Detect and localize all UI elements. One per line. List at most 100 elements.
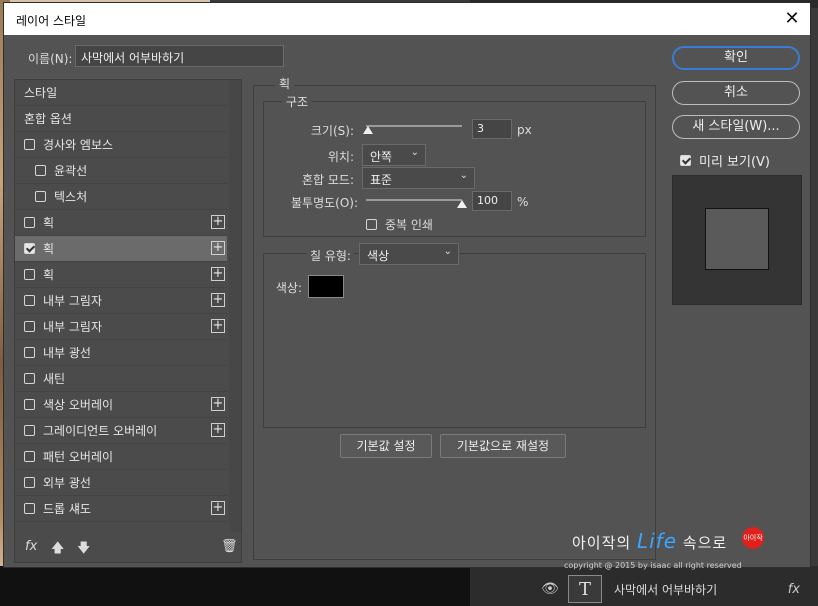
size-slider-thumb[interactable] xyxy=(362,126,373,134)
close-icon[interactable]: ✕ xyxy=(780,7,804,31)
style-item-label: 새틴 xyxy=(43,372,66,386)
add-effect-icon[interactable]: + xyxy=(211,319,225,333)
style-preview xyxy=(672,175,802,305)
style-item[interactable]: 색상 오버레이 + xyxy=(15,392,227,418)
color-swatch[interactable] xyxy=(308,275,344,298)
style-item-checkbox[interactable] xyxy=(24,139,35,150)
style-item[interactable]: 획 + xyxy=(15,236,227,262)
style-item-checkbox[interactable] xyxy=(24,477,35,488)
style-item[interactable]: 획 + xyxy=(15,262,227,288)
ok-button[interactable]: 확인 xyxy=(672,46,800,70)
preview-checkbox-box[interactable] xyxy=(680,155,691,166)
blend-mode-label: 혼합 모드: xyxy=(301,173,354,187)
styles-list-scrollbar[interactable] xyxy=(229,80,241,532)
style-item[interactable]: 새틴 xyxy=(15,366,227,392)
add-effect-icon[interactable]: + xyxy=(211,215,225,229)
background-canvas-bottom xyxy=(0,566,470,606)
style-item-checkbox[interactable] xyxy=(24,295,35,306)
style-item[interactable]: 윤곽선 xyxy=(15,158,227,184)
add-effect-icon[interactable]: + xyxy=(211,267,225,281)
move-down-icon[interactable]: 🡇 xyxy=(77,539,90,561)
style-item-checkbox[interactable] xyxy=(24,373,35,384)
blend-mode-value: 표준 xyxy=(370,173,393,187)
fill-type-value: 색상 xyxy=(367,249,390,263)
style-item-label: 패턴 오버레이 xyxy=(43,450,114,464)
style-item-checkbox[interactable] xyxy=(24,425,35,436)
style-item-checkbox[interactable] xyxy=(35,191,46,202)
make-default-button[interactable]: 기본값 설정 xyxy=(340,434,432,458)
style-item-checkbox[interactable] xyxy=(24,269,35,280)
styles-list-toolbar: fx 🡅 🡇 🗑 xyxy=(15,532,241,562)
size-input[interactable]: 3 xyxy=(472,119,512,139)
preview-checkbox[interactable]: 미리 보기(V) xyxy=(680,151,770,170)
fill-type-select[interactable]: 색상 ⌄ xyxy=(359,243,459,265)
style-item-label: 경사와 엠보스 xyxy=(43,138,114,152)
name-field[interactable]: 사막에서 어부바하기 xyxy=(75,45,284,67)
style-item[interactable]: 스타일 xyxy=(15,80,227,106)
move-up-icon[interactable]: 🡅 xyxy=(51,539,64,561)
name-label: 이름(N): xyxy=(28,52,73,66)
position-select[interactable]: 안쪽 ⌄ xyxy=(362,144,426,166)
preview-label: 미리 보기(V) xyxy=(699,155,771,170)
style-item-checkbox[interactable] xyxy=(24,503,35,514)
style-item[interactable]: 내부 그림자 + xyxy=(15,288,227,314)
overprint-checkbox-box[interactable] xyxy=(366,219,377,230)
style-item-checkbox[interactable] xyxy=(35,165,46,176)
layer-row[interactable]: 👁 T 사막에서 어부바하기 fx xyxy=(540,572,818,606)
style-item-label: 내부 광선 xyxy=(43,346,91,360)
reset-default-button[interactable]: 기본값으로 재설정 xyxy=(440,434,566,458)
text-layer-thumbnail-icon: T xyxy=(568,575,602,603)
style-item[interactable]: 패턴 오버레이 xyxy=(15,444,227,470)
style-item-checkbox[interactable] xyxy=(24,217,35,228)
watermark-copyright: copyright @ 2015 by isaac all right rese… xyxy=(564,561,742,570)
style-item-checkbox[interactable] xyxy=(24,243,35,254)
blend-mode-select[interactable]: 표준 ⌄ xyxy=(362,167,475,189)
style-item-label: 외부 광선 xyxy=(43,476,91,490)
style-item-checkbox[interactable] xyxy=(24,347,35,358)
size-slider[interactable] xyxy=(366,125,462,127)
style-item[interactable]: 내부 광선 xyxy=(15,340,227,366)
chevron-down-icon: ⌄ xyxy=(459,170,468,181)
add-effect-icon[interactable]: + xyxy=(211,423,225,437)
style-item-checkbox[interactable] xyxy=(24,399,35,410)
watermark-text: 아이작의 Life 속으로 xyxy=(572,529,728,553)
style-item-label: 스타일 xyxy=(24,86,58,100)
style-item-label: 내부 그림자 xyxy=(43,320,103,334)
trash-icon[interactable]: 🗑 xyxy=(221,539,238,554)
style-item[interactable]: 혼합 옵션 xyxy=(15,106,227,132)
add-effect-icon[interactable]: + xyxy=(211,241,225,255)
add-effect-icon[interactable]: + xyxy=(211,397,225,411)
overprint-checkbox[interactable]: 중복 인쇄 xyxy=(366,216,433,233)
style-item[interactable]: 그레이디언트 오버레이 + xyxy=(15,418,227,444)
style-item[interactable]: 외부 광선 xyxy=(15,470,227,496)
opacity-unit: % xyxy=(517,195,529,209)
chevron-down-icon: ⌄ xyxy=(410,147,419,158)
style-item[interactable]: 드롭 섀도 + xyxy=(15,496,227,522)
opacity-slider[interactable] xyxy=(366,199,462,201)
style-item[interactable]: 내부 그림자 + xyxy=(15,314,227,340)
overprint-label: 중복 인쇄 xyxy=(385,218,433,232)
style-item-label: 색상 오버레이 xyxy=(43,398,114,412)
style-item-checkbox[interactable] xyxy=(24,321,35,332)
style-item-label: 그레이디언트 오버레이 xyxy=(43,424,158,438)
new-style-button[interactable]: 새 스타일(W)... xyxy=(672,115,800,139)
fx-menu-icon[interactable]: fx xyxy=(25,539,37,554)
add-effect-icon[interactable]: + xyxy=(211,501,225,515)
dialog-title: 레이어 스타일 xyxy=(16,14,87,28)
style-item[interactable]: 경사와 엠보스 xyxy=(15,132,227,158)
style-item-label: 윤곽선 xyxy=(54,164,88,178)
layer-name: 사막에서 어부바하기 xyxy=(614,582,718,597)
opacity-slider-thumb[interactable] xyxy=(457,200,467,208)
style-item[interactable]: 획 + xyxy=(15,210,227,236)
opacity-input[interactable]: 100 xyxy=(472,191,512,211)
add-effect-icon[interactable]: + xyxy=(211,293,225,307)
cancel-button[interactable]: 취소 xyxy=(672,81,800,105)
fx-icon[interactable]: fx xyxy=(788,582,800,597)
layer-style-dialog: 레이어 스타일 ✕ 이름(N): 사막에서 어부바하기 스타일혼합 옵션경사와 … xyxy=(3,2,811,570)
eye-icon[interactable]: 👁 xyxy=(540,581,560,597)
style-item-checkbox[interactable] xyxy=(24,451,35,462)
style-item[interactable]: 텍스처 xyxy=(15,184,227,210)
style-item-label: 텍스처 xyxy=(54,190,88,204)
chevron-down-icon: ⌄ xyxy=(443,246,452,257)
opacity-label: 불투명도(O): xyxy=(290,196,358,210)
